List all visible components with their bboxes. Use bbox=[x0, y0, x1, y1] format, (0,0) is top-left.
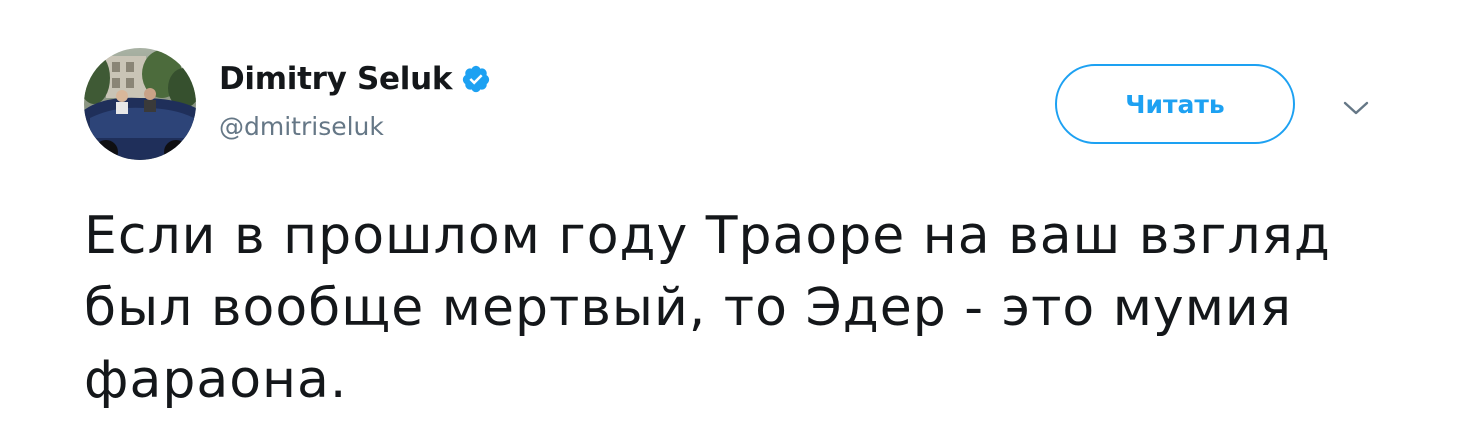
author-handle[interactable]: @dmitriseluk bbox=[219, 112, 384, 141]
avatar-photo-icon bbox=[84, 48, 196, 160]
chevron-down-icon bbox=[1343, 101, 1369, 115]
tweet-text: Если в прошлом году Траоре на ваш взгляд… bbox=[84, 206, 1331, 410]
tweet-card: Dimitry Seluk @dmitriseluk Читать Если в… bbox=[0, 0, 1460, 441]
author-name[interactable]: Dimitry Seluk bbox=[219, 61, 452, 97]
avatar[interactable] bbox=[84, 48, 196, 160]
author-name-row[interactable]: Dimitry Seluk bbox=[219, 56, 491, 102]
follow-button[interactable]: Читать bbox=[1055, 64, 1295, 144]
verified-badge-icon bbox=[461, 64, 491, 94]
tweet-menu-button[interactable] bbox=[1336, 92, 1376, 124]
